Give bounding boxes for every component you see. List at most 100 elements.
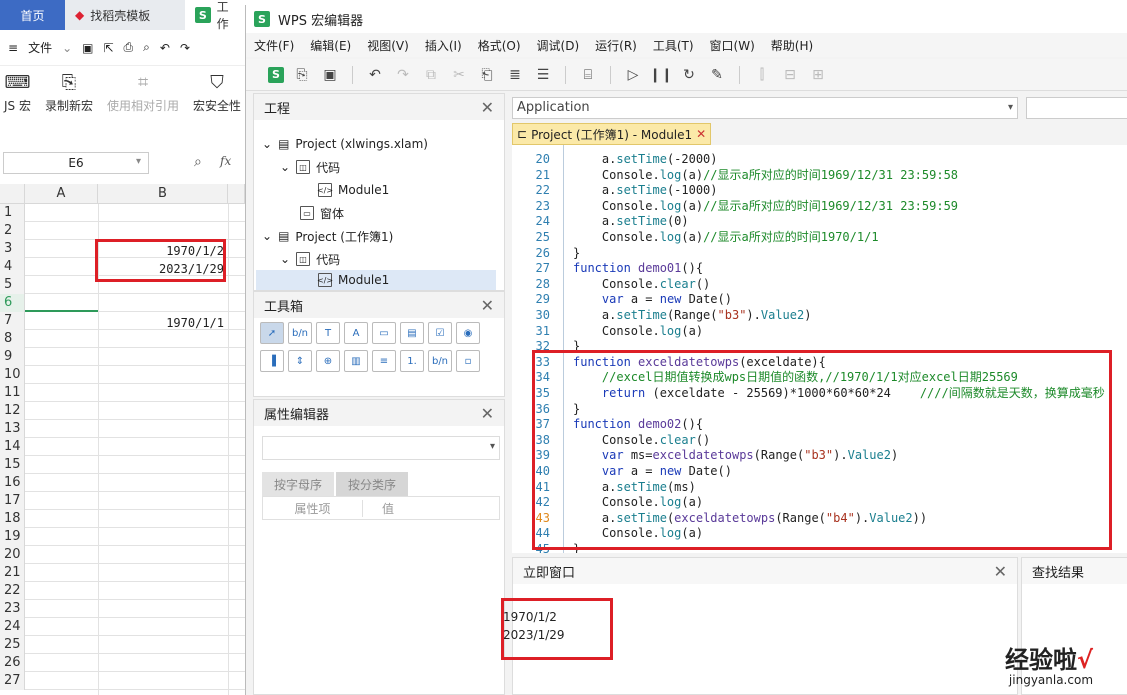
zoom-icon[interactable]: ⌕ [194, 154, 202, 170]
menu-window[interactable]: 窗口(W) [702, 37, 763, 54]
menu-insert[interactable]: 插入(I) [417, 37, 470, 54]
object-select[interactable]: ▾ [262, 436, 500, 460]
row-header[interactable]: 9 [0, 348, 25, 366]
undo-icon[interactable]: ↶ [160, 41, 170, 55]
row-header[interactable]: 13 [0, 420, 25, 438]
name-box[interactable]: E6 [3, 152, 149, 174]
et-switch-icon[interactable]: S [268, 66, 284, 83]
menu-edit[interactable]: 编辑(E) [302, 37, 359, 54]
align-left-icon[interactable]: ⫿ [752, 65, 772, 85]
menu-view[interactable]: 视图(V) [359, 37, 417, 54]
tree-item-module[interactable]: </> Module1 [317, 180, 389, 200]
row-header[interactable]: 17 [0, 492, 25, 510]
menu-debug[interactable]: 调试(D) [529, 37, 588, 54]
row-header[interactable]: 18 [0, 510, 25, 528]
row-header[interactable]: 19 [0, 528, 25, 546]
row-header[interactable]: 3 [0, 240, 25, 258]
run-icon[interactable]: ▷ [623, 65, 643, 85]
column-header-a[interactable]: A [25, 184, 98, 204]
row-header[interactable]: 24 [0, 618, 25, 636]
spin-tool-icon[interactable]: ⇕ [288, 350, 312, 372]
procedure-combo[interactable] [1026, 97, 1127, 119]
menu-file[interactable]: 文件(F) [246, 37, 302, 54]
tree-item-module-selected[interactable]: </> Module1 [256, 270, 496, 290]
list-tool-icon[interactable]: ≡ [372, 350, 396, 372]
align-center-icon[interactable]: ⊟ [780, 65, 800, 85]
copy-icon[interactable]: ⧉ [421, 65, 441, 85]
tree-item-project-book1[interactable]: ⌄ ▤ Project (工作簿1) [262, 226, 393, 246]
export-icon[interactable]: ⇱ [103, 41, 113, 55]
corner-cell[interactable] [0, 184, 25, 204]
close-icon[interactable]: ✕ [481, 98, 494, 117]
save-icon[interactable]: ▣ [82, 41, 93, 55]
row-header[interactable]: 8 [0, 330, 25, 348]
tree-item-code[interactable]: ⌄ ◫ 代码 [280, 157, 340, 177]
row-header[interactable]: 23 [0, 600, 25, 618]
column-header-b[interactable]: B [98, 184, 228, 204]
close-icon[interactable]: ✕ [481, 296, 494, 315]
row-header[interactable]: 20 [0, 546, 25, 564]
slider-tool-icon[interactable]: ⊕ [316, 350, 340, 372]
fx-icon[interactable]: fx [220, 154, 231, 168]
object-combo[interactable]: Application ▾ [512, 97, 1018, 119]
checkbox-tool-icon[interactable]: ☑ [428, 322, 452, 344]
redo-icon[interactable]: ↷ [393, 65, 413, 85]
cut-icon[interactable]: ✂ [449, 65, 469, 85]
row-header[interactable]: 14 [0, 438, 25, 456]
new-module-icon[interactable]: ⎘ [292, 65, 312, 85]
frame-tool-icon[interactable]: ▭ [372, 322, 396, 344]
tree-item-forms[interactable]: ▭ 窗体 [300, 203, 344, 223]
row-header[interactable]: 26 [0, 654, 25, 672]
chevron-down-icon[interactable]: ▾ [136, 156, 141, 167]
align-right-icon[interactable]: ⊞ [808, 65, 828, 85]
tab-categorized[interactable]: 按分类序 [336, 472, 409, 497]
number-tool-icon[interactable]: 1. [400, 350, 424, 372]
row-header[interactable]: 1 [0, 204, 25, 222]
design-mode-icon[interactable]: ✎ [707, 65, 727, 85]
list-tool-icon[interactable]: ▤ [400, 322, 424, 344]
column-header-c[interactable] [228, 184, 245, 204]
pointer-tool-icon[interactable]: ➚ [260, 322, 284, 344]
redo-icon[interactable]: ↷ [180, 41, 190, 55]
toolbox-icon[interactable]: ⌸ [578, 65, 598, 85]
row-header[interactable]: 27 [0, 672, 25, 690]
code-tab[interactable]: ⊏ Project (工作簿1) - Module1 ✕ [512, 123, 712, 145]
row-header[interactable]: 6 [0, 294, 25, 312]
file-menu[interactable]: 文件 [28, 39, 52, 56]
paste-icon[interactable]: ⎗ [477, 65, 497, 85]
menu-run[interactable]: 运行(R) [587, 37, 645, 54]
row-header[interactable]: 10 [0, 366, 25, 384]
menu-format[interactable]: 格式(O) [470, 37, 529, 54]
tab-workbook[interactable]: S 工作 [185, 0, 250, 31]
close-icon[interactable]: ✕ [994, 562, 1007, 581]
menu-tools[interactable]: 工具(T) [645, 37, 702, 54]
properties-icon[interactable]: ☰ [533, 65, 553, 85]
tree-item-code[interactable]: ⌄ ◫ 代码 [280, 249, 340, 269]
print-icon[interactable]: ⎙ [124, 40, 134, 55]
tab-alphabetic[interactable]: 按字母序 [262, 472, 335, 497]
row-header[interactable]: 12 [0, 402, 25, 420]
menu-icon[interactable]: ≡ [8, 41, 18, 55]
undo-icon[interactable]: ↶ [365, 65, 385, 85]
textbox-tool-icon[interactable]: A [344, 322, 368, 344]
pause-icon[interactable]: ❙❙ [649, 65, 672, 85]
close-icon[interactable]: ✕ [696, 127, 706, 141]
row-header[interactable]: 16 [0, 474, 25, 492]
button-tool-icon[interactable]: b/n [428, 350, 452, 372]
record-macro-button[interactable]: ⎘ 录制新宏 [45, 72, 93, 114]
image-tool-icon[interactable]: ▫ [456, 350, 480, 372]
preview-icon[interactable]: ⌕ [143, 40, 150, 55]
text-tool-icon[interactable]: T [316, 322, 340, 344]
save-icon[interactable]: ▣ [320, 65, 340, 85]
row-header[interactable]: 21 [0, 564, 25, 582]
code-editor[interactable]: 20 a.setTime(-2000) 21 Console.log(a)//显示… [512, 145, 1127, 553]
macro-security-button[interactable]: ⛉ 宏安全性 [193, 72, 241, 114]
cell-b7[interactable]: 1970/1/1 [98, 314, 226, 332]
row-header[interactable]: 11 [0, 384, 25, 402]
close-icon[interactable]: ✕ [481, 404, 494, 423]
row-header[interactable]: 25 [0, 636, 25, 654]
row-header[interactable]: 4 [0, 258, 25, 276]
row-header[interactable]: 5 [0, 276, 25, 294]
scroll-tool-icon[interactable]: ▐ [260, 350, 284, 372]
row-header[interactable]: 22 [0, 582, 25, 600]
